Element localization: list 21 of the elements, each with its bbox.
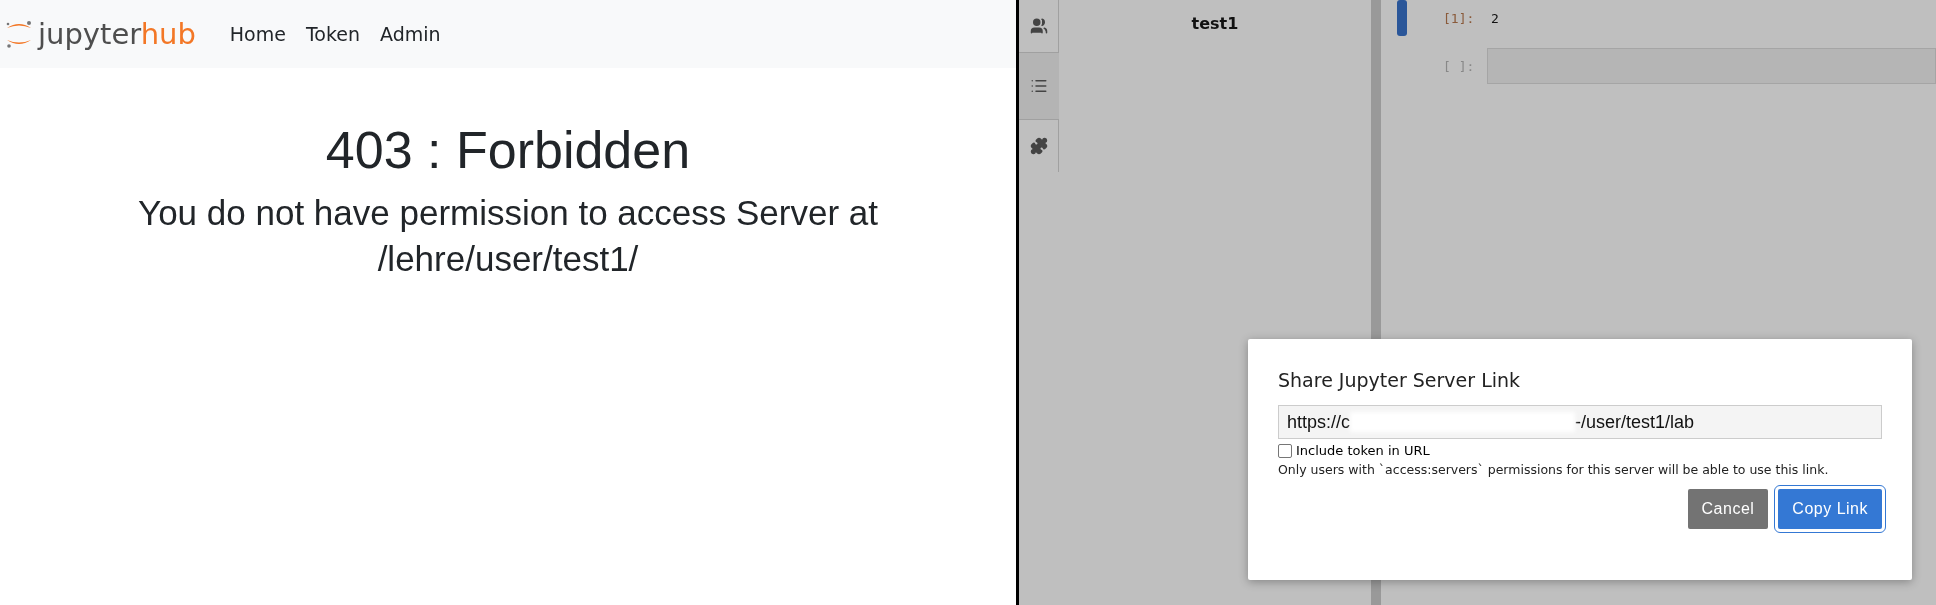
panel-title: test1 — [1191, 14, 1239, 34]
permission-note: Only users with `access:servers` permissions for this server will be able to use this link. — [1278, 462, 1830, 477]
list-icon — [1030, 77, 1048, 95]
users-icon — [1029, 17, 1048, 35]
nav-link[interactable]: Admin — [380, 23, 441, 45]
checkbox[interactable] — [1278, 443, 1292, 458]
error-message: You do not have permission to access Server at /lehre/user/test1/ — [137, 192, 879, 280]
dialog-title: Share Jupyter Server Link — [1278, 369, 1522, 391]
puzzle-icon — [1029, 137, 1048, 155]
nav-link[interactable]: Home — [229, 23, 286, 45]
url-field[interactable]: https://c -/user/test1/lab — [1278, 405, 1882, 439]
checkbox-label: Include token in URL — [1296, 443, 1430, 458]
cell-prompt: [1]: — [1443, 10, 1476, 26]
cancel-button[interactable]: Cancel — [1687, 489, 1769, 529]
error-title: 403 : Forbidden — [325, 120, 691, 180]
code-input[interactable] — [1487, 48, 1936, 84]
cell-prompt: [ ]: — [1443, 58, 1476, 74]
nav-link[interactable]: Token — [305, 23, 360, 45]
logo-text: jupyterhub — [38, 17, 196, 51]
cell-output: 2 — [1491, 10, 1499, 26]
logo-icon — [4, 18, 34, 50]
